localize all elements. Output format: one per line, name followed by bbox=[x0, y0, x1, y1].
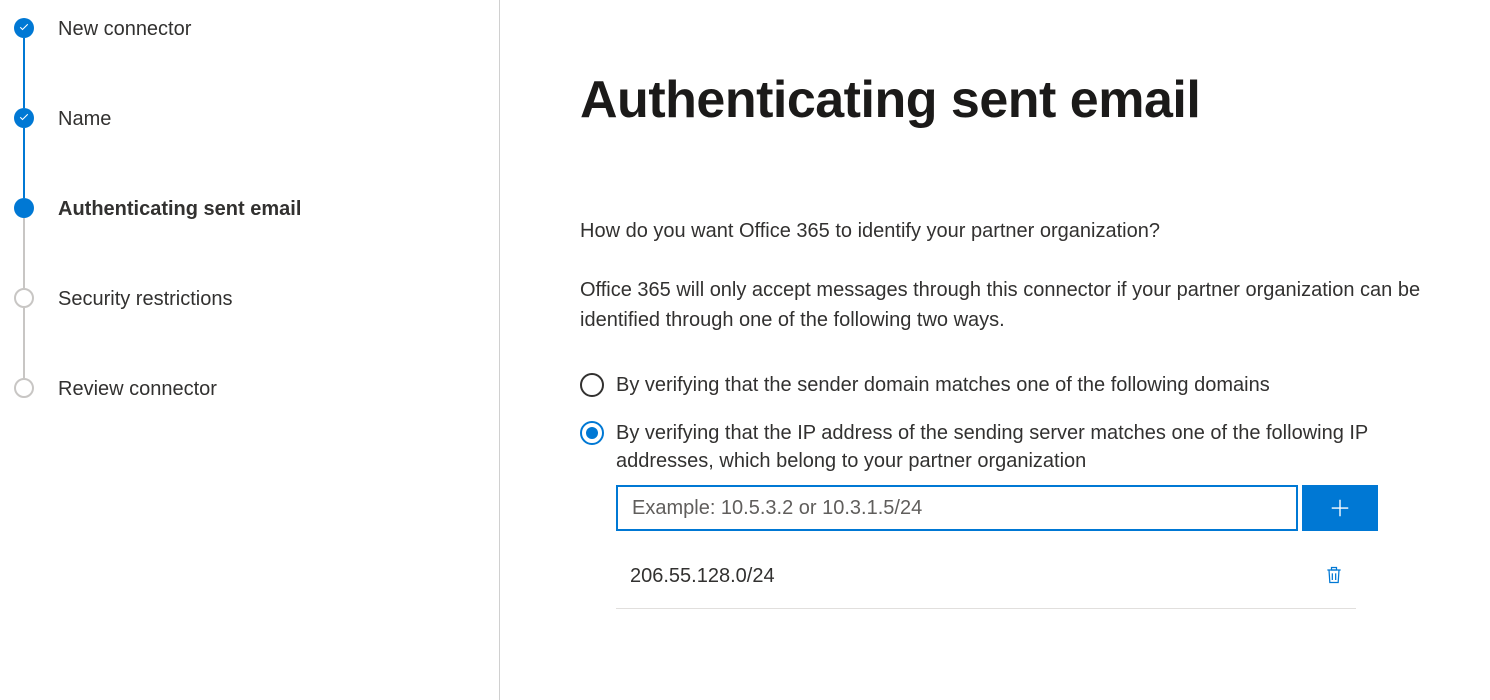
radio-option-by-ip[interactable]: By verifying that the IP address of the … bbox=[580, 419, 1470, 475]
checkmark-icon bbox=[14, 18, 34, 38]
radio-group: By verifying that the sender domain matc… bbox=[580, 371, 1470, 475]
radio-label: By verifying that the sender domain matc… bbox=[616, 371, 1270, 399]
upcoming-step-icon bbox=[14, 378, 34, 398]
current-step-icon bbox=[14, 198, 34, 218]
radio-icon[interactable] bbox=[580, 373, 604, 397]
step-label: Review connector bbox=[58, 378, 217, 399]
ip-address-text: 206.55.128.0/24 bbox=[630, 565, 775, 588]
ip-input-row bbox=[616, 485, 1378, 531]
page-title: Authenticating sent email bbox=[580, 70, 1470, 130]
ip-address-input[interactable] bbox=[616, 485, 1298, 531]
step-authenticating-sent-email[interactable]: Authenticating sent email bbox=[12, 198, 499, 288]
ip-list: 206.55.128.0/24 bbox=[616, 555, 1356, 609]
step-review-connector[interactable]: Review connector bbox=[12, 378, 499, 399]
step-label: New connector bbox=[58, 18, 191, 39]
plus-icon bbox=[1329, 497, 1351, 519]
delete-ip-button[interactable] bbox=[1320, 561, 1348, 592]
wizard-steps: New connector Name Authenticating sent e… bbox=[12, 18, 499, 399]
radio-icon[interactable] bbox=[580, 421, 604, 445]
main-content: Authenticating sent email How do you wan… bbox=[500, 0, 1490, 700]
add-ip-button[interactable] bbox=[1302, 485, 1378, 531]
ip-list-item: 206.55.128.0/24 bbox=[616, 555, 1356, 609]
step-label: Name bbox=[58, 108, 111, 129]
step-new-connector[interactable]: New connector bbox=[12, 18, 499, 108]
trash-icon bbox=[1324, 565, 1344, 585]
step-security-restrictions[interactable]: Security restrictions bbox=[12, 288, 499, 378]
wizard-sidebar: New connector Name Authenticating sent e… bbox=[0, 0, 500, 700]
checkmark-icon bbox=[14, 108, 34, 128]
question-text: How do you want Office 365 to identify y… bbox=[580, 220, 1470, 243]
step-label: Authenticating sent email bbox=[58, 198, 301, 219]
radio-option-by-domain[interactable]: By verifying that the sender domain matc… bbox=[580, 371, 1470, 399]
upcoming-step-icon bbox=[14, 288, 34, 308]
description-text: Office 365 will only accept messages thr… bbox=[580, 275, 1460, 335]
radio-label: By verifying that the IP address of the … bbox=[616, 419, 1446, 475]
step-name[interactable]: Name bbox=[12, 108, 499, 198]
step-label: Security restrictions bbox=[58, 288, 233, 309]
